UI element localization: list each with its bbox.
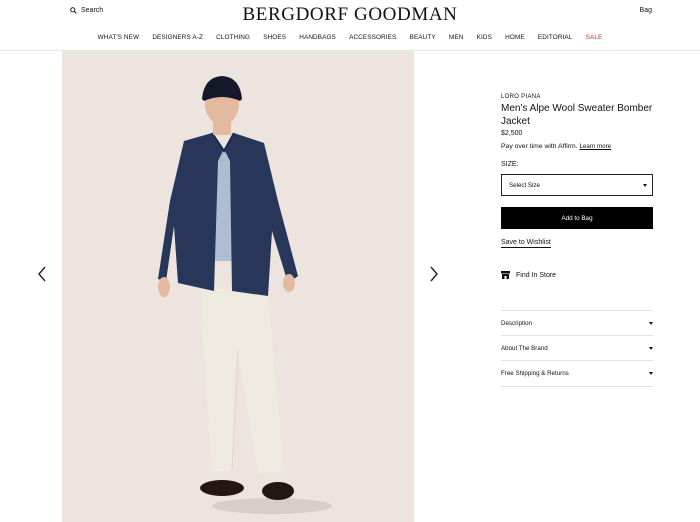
chevron-down-icon (649, 347, 653, 350)
accordion-shipping-returns[interactable]: Free Shipping & Returns (501, 360, 653, 387)
nav-item-shoes[interactable]: SHOES (257, 34, 293, 41)
nav-item-editorial[interactable]: EDITORIAL (531, 34, 579, 41)
next-image-arrow[interactable] (428, 264, 440, 284)
store-icon (501, 271, 510, 279)
chevron-down-icon (643, 183, 647, 187)
size-select[interactable]: Select Size (501, 174, 653, 196)
accordion-label: Free Shipping & Returns (501, 370, 569, 377)
previous-image-arrow[interactable] (36, 264, 48, 284)
size-select-value: Select Size (509, 181, 540, 189)
product-title: Men's Alpe Wool Sweater Bomber Jacket (501, 103, 653, 127)
nav-item-home[interactable]: HOME (499, 34, 532, 41)
nav-item-beauty[interactable]: BEAUTY (403, 34, 442, 41)
accordion-description[interactable]: Description (501, 310, 653, 336)
nav-item-designers[interactable]: DESIGNERS A-Z (146, 34, 210, 41)
nav-item-men[interactable]: MEN (442, 34, 470, 41)
nav-item-clothing[interactable]: CLOTHING (210, 34, 257, 41)
bag-link[interactable]: Bag (640, 7, 652, 14)
nav-item-handbags[interactable]: HANDBAGS (293, 34, 343, 41)
add-to-bag-button[interactable]: Add to Bag (501, 207, 653, 229)
affirm-text: Pay over time with Affirm. (501, 143, 578, 150)
accordion-label: Description (501, 320, 532, 327)
nav-item-sale[interactable]: SALE (579, 34, 609, 41)
size-label: SIZE: (501, 161, 519, 168)
site-header: Search BERGDORF GOODMAN Bag WHAT'S NEW D… (0, 0, 700, 51)
chevron-down-icon (649, 322, 653, 325)
find-in-store-link[interactable]: Find In Store (501, 271, 653, 279)
model-illustration (158, 76, 332, 514)
affirm-learn-more-link[interactable]: Learn more (579, 143, 611, 150)
site-logo[interactable]: BERGDORF GOODMAN (0, 4, 700, 26)
main-nav: WHAT'S NEW DESIGNERS A-Z CLOTHING SHOES … (0, 34, 700, 41)
chevron-down-icon (649, 372, 653, 375)
find-in-store-label: Find In Store (516, 271, 557, 279)
accordion-label: About The Brand (501, 345, 548, 352)
product-image (62, 51, 414, 522)
nav-item-whats-new[interactable]: WHAT'S NEW (91, 34, 146, 41)
affirm-promo: Pay over time with Affirm. Learn more (501, 143, 653, 150)
product-brand[interactable]: LORO PIANA (501, 94, 653, 100)
nav-item-kids[interactable]: KIDS (470, 34, 499, 41)
nav-item-accessories[interactable]: ACCESSORIES (343, 34, 403, 41)
product-info: LORO PIANA Men's Alpe Wool Sweater Bombe… (501, 94, 653, 279)
accordion-about-brand[interactable]: About The Brand (501, 335, 653, 361)
product-price: $2,500 (501, 130, 523, 137)
save-to-wishlist-link[interactable]: Save to Wishlist (501, 239, 551, 248)
